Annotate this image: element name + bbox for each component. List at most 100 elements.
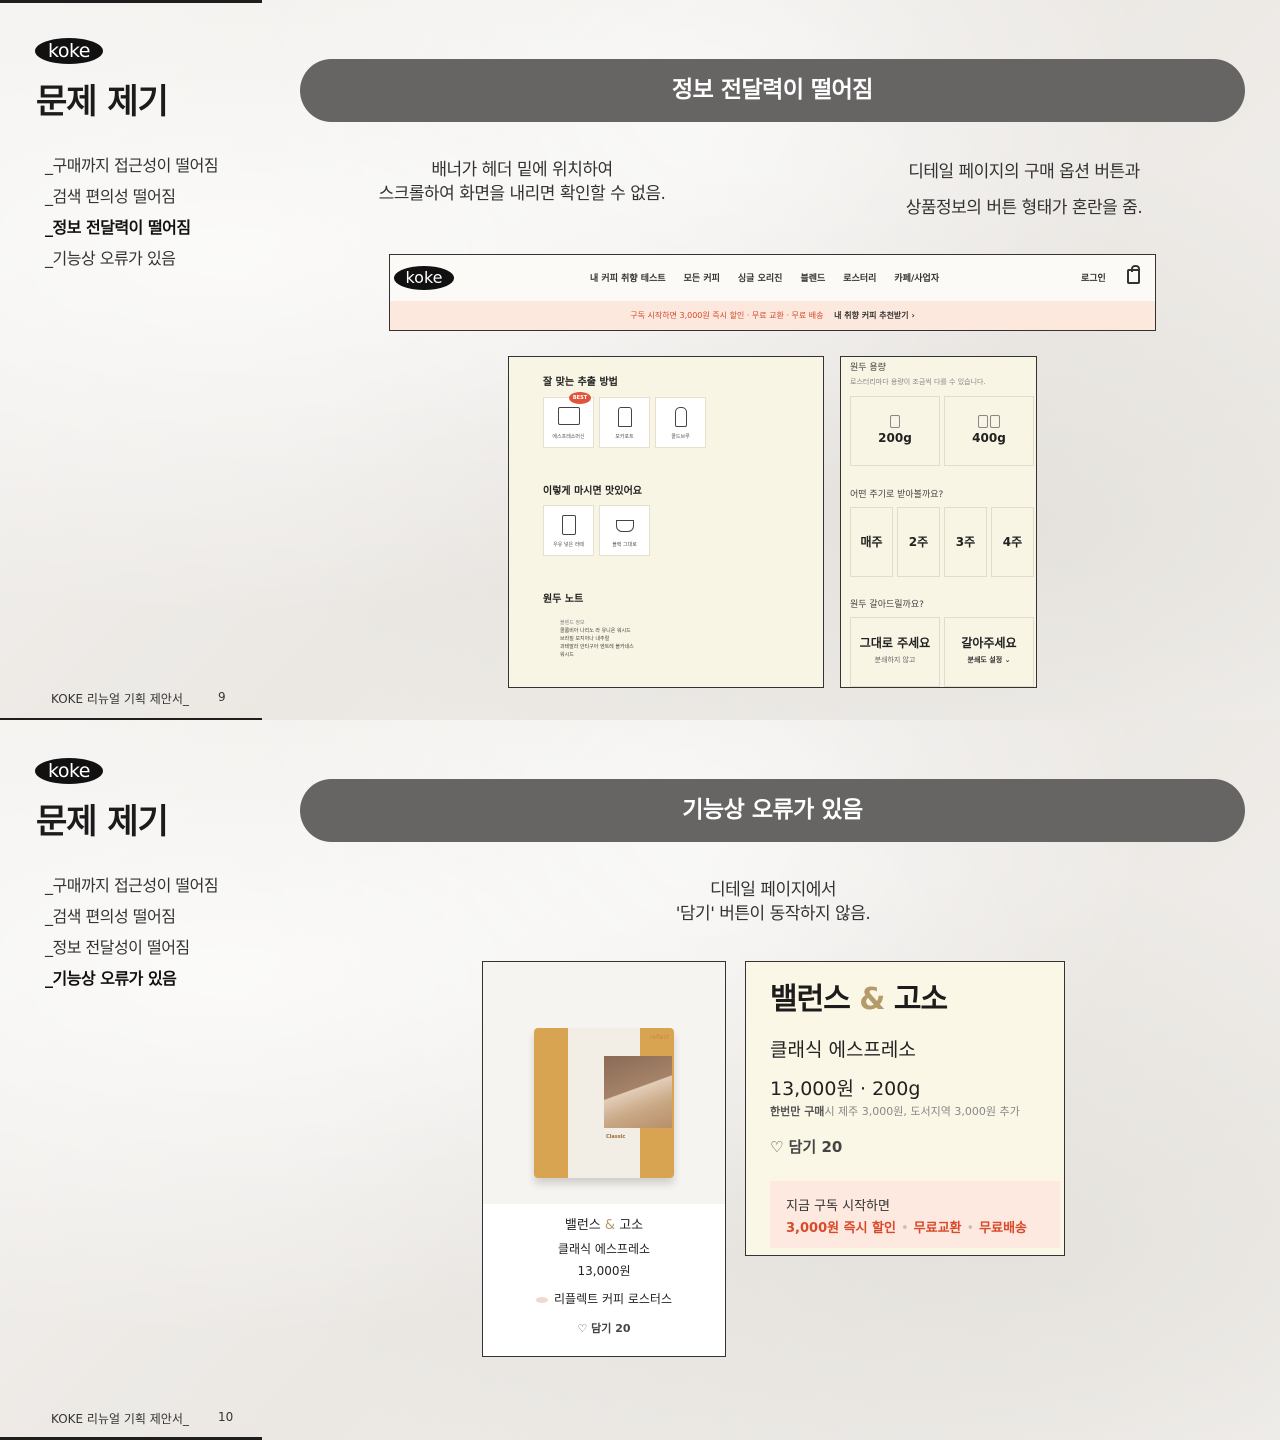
page-title: 문제 제기 — [36, 802, 169, 842]
method-espresso: 에스프레소머신 — [543, 397, 594, 448]
cycle-4week-button[interactable]: 4주 — [991, 507, 1034, 577]
section-heading: 기능상 오류가 있음 — [300, 779, 1245, 842]
drink-label: 우유 넣은 라떼 — [553, 542, 584, 548]
desc-option: 디테일 페이지의 구매 옵션 버튼과 상품정보의 버튼 형태가 혼란을 줌. — [874, 154, 1174, 226]
menu-item-info[interactable]: _정보 전달력이 떨어짐 — [45, 214, 218, 245]
bag-product-name: Classic — [606, 1134, 626, 1140]
detail-name: 밸런스 & 고소 — [770, 974, 948, 1018]
name-part: 고소 — [893, 982, 948, 1017]
note-text: 시 제주 3,000원, 도서지역 3,000원 추가 — [824, 1105, 1020, 1118]
product-name: 밸런스 & 고소 — [483, 1214, 725, 1233]
product-card[interactable]: reflect Classic 밸런스 & 고소 클래식 에스프레소 13,00… — [482, 961, 726, 1357]
size-400g-button[interactable]: 400g — [944, 396, 1034, 466]
nav-single-origin[interactable]: 싱글 오리진 — [738, 271, 783, 284]
product-image: reflect Classic — [483, 962, 725, 1204]
header-mockup: koke 내 커피 취향 테스트 모든 커피 싱글 오리진 블렌드 로스터리 카… — [389, 254, 1156, 331]
note-item: 브라질 모지아나 내추럴 — [560, 636, 610, 642]
menu-item-info[interactable]: _정보 전달성이 떨어짐 — [45, 934, 218, 965]
desc-line: 스크롤하여 화면을 내리면 확인할 수 없음. — [378, 184, 666, 204]
desc-line: 디테일 페이지에서 — [709, 880, 837, 900]
product-roaster: 리플렉트 커피 로스터스 — [483, 1290, 725, 1307]
note-item: 과테말라 안티구아 엔트레 볼카네스 — [560, 644, 634, 650]
benefit-shipping: 무료배송 — [979, 1221, 1028, 1236]
coffee-bag-image: reflect Classic — [534, 1028, 674, 1178]
cycle-weekly-button[interactable]: 매주 — [850, 507, 893, 577]
login-link[interactable]: 로그인 — [1081, 271, 1106, 284]
subscribe-benefits: 3,000원 즉시 할인 • 무료교환 • 무료배송 — [786, 1217, 1027, 1236]
banner-text: 구독 시작하면 3,000원 즉시 할인 · 무료 교환 · 무료 배송 — [630, 311, 824, 320]
bag-artwork — [604, 1056, 672, 1128]
product-sub: 클래식 에스프레소 — [557, 1242, 651, 1256]
detail-price: 13,000원 · 200g — [770, 1078, 921, 1100]
size-label: 400g — [972, 431, 1006, 445]
page-number: 9 — [218, 690, 226, 704]
nav-roastery[interactable]: 로스터리 — [843, 271, 876, 284]
menu-item-access[interactable]: _구매까지 접근성이 떨어짐 — [45, 872, 219, 903]
size-heading: 원두 용량 — [850, 363, 886, 373]
cycle-3week-button[interactable]: 3주 — [944, 507, 987, 577]
best-badge: BEST — [569, 392, 591, 404]
menu-item-search[interactable]: _검색 편의성 떨어짐 — [45, 183, 218, 214]
benefit-exchange: 무료교환 — [913, 1221, 962, 1236]
ampersand: & — [604, 1218, 616, 1233]
menu-item-access[interactable]: _구매까지 접근성이 떨어짐 — [45, 152, 219, 183]
method-label: 모카포트 — [615, 434, 634, 440]
grind-title: 그대로 주세요 — [859, 636, 931, 650]
page-title: 문제 제기 — [36, 82, 169, 122]
side-menu: _구매까지 접근성이 떨어짐 _검색 편의성 떨어짐 _정보 전달력이 떨어짐 … — [45, 152, 219, 276]
subscribe-box[interactable]: 지금 구독 시작하면 3,000원 즉시 할인 • 무료교환 • 무료배송 — [770, 1181, 1060, 1248]
cycle-heading: 어떤 주기로 받아볼까요? — [850, 490, 944, 500]
size-subtext: 로스터리마다 용량이 조금씩 다를 수 있습니다. — [850, 378, 986, 386]
desc-line: 디테일 페이지의 구매 옵션 버튼과 — [908, 162, 1140, 182]
side-menu: _구매까지 접근성이 떨어짐 _검색 편의성 떨어짐 _정보 전달성이 떨어짐 … — [45, 872, 219, 996]
note-item: 워시드 — [560, 652, 574, 658]
mock-logo[interactable]: koke — [394, 266, 454, 290]
grind-setting-link[interactable]: 분쇄도 설정 ⌄ — [945, 655, 1033, 665]
size-200g-button[interactable]: 200g — [850, 396, 940, 466]
grind-ground-button[interactable]: 갈아주세요 분쇄도 설정 ⌄ — [944, 617, 1034, 687]
brew-heading: 잘 맞는 추출 방법 — [543, 377, 618, 388]
notes-heading: 원두 노트 — [543, 594, 584, 605]
desc-line: 배너가 헤더 밑에 위치하여 — [431, 160, 613, 180]
roaster-logo-icon — [535, 1297, 548, 1303]
detail-sub: 클래식 에스프레소 — [770, 1039, 916, 1061]
brew-panel: 잘 맞는 추출 방법 에스프레소머신 모카포트 콜드브루 이렇게 마시면 맛있어… — [508, 356, 824, 688]
cold-brew-icon — [675, 407, 687, 427]
desc-line: 상품정보의 버튼 형태가 혼란을 줌. — [905, 198, 1143, 218]
cycle-2week-button[interactable]: 2주 — [897, 507, 940, 577]
separator-dot: • — [966, 1221, 975, 1236]
roaster-name: 리플렉트 커피 로스터스 — [553, 1292, 673, 1306]
nav-all-coffee[interactable]: 모든 커피 — [684, 271, 720, 284]
mock-nav-bar: koke 내 커피 취향 테스트 모든 커피 싱글 오리진 블렌드 로스터리 카… — [390, 255, 1155, 301]
method-coldbrew: 콜드브루 — [655, 397, 706, 448]
nav-cafe[interactable]: 카페/사업자 — [894, 271, 939, 284]
benefit-discount: 3,000원 즉시 할인 — [786, 1221, 896, 1236]
moka-pot-icon — [618, 407, 632, 427]
menu-item-error[interactable]: _기능상 오류가 있음 — [45, 965, 218, 996]
espresso-machine-icon — [558, 407, 580, 425]
banner-link[interactable]: 내 취향 커피 추천받기 › — [834, 311, 915, 320]
bean-notes: 블렌드 정보 콜롬비아 나리노 라 유니온 워시드 브라질 모지아나 내추럴 과… — [560, 619, 634, 659]
mock-nav: 내 커피 취향 테스트 모든 커피 싱글 오리진 블렌드 로스터리 카페/사업자 — [590, 271, 939, 284]
bag-icon — [990, 415, 1000, 428]
menu-item-error[interactable]: _기능상 오류가 있음 — [45, 245, 218, 276]
detail-like-button[interactable]: ♡ 담기 20 — [770, 1136, 842, 1157]
slide-10: koke 문제 제기 _구매까지 접근성이 떨어짐 _검색 편의성 떨어짐 _정… — [0, 720, 1280, 1440]
grind-whole-button[interactable]: 그대로 주세요 분쇄하지 않고 — [850, 617, 940, 687]
drink-heading: 이렇게 마시면 맛있어요 — [543, 486, 642, 497]
coffee-cup-icon — [616, 520, 634, 532]
name-part: 밸런스 — [564, 1218, 601, 1233]
separator-dot: • — [900, 1221, 909, 1236]
product-like-button[interactable]: ♡ 담기 20 — [483, 1320, 725, 1336]
nav-blend[interactable]: 블렌드 — [800, 271, 825, 284]
koke-logo: koke — [35, 38, 103, 64]
promo-banner[interactable]: 구독 시작하면 3,000원 즉시 할인 · 무료 교환 · 무료 배송 내 취… — [390, 301, 1155, 330]
grind-heading: 원두 갈아드릴까요? — [850, 600, 924, 610]
menu-item-search[interactable]: _검색 편의성 떨어짐 — [45, 903, 218, 934]
desc-banner: 배너가 헤더 밑에 위치하여 스크롤하여 화면을 내리면 확인할 수 없음. — [350, 158, 694, 206]
nav-taste-test[interactable]: 내 커피 취향 테스트 — [590, 271, 666, 284]
grind-sub: 분쇄하지 않고 — [874, 656, 916, 664]
shopping-bag-icon[interactable] — [1127, 265, 1140, 284]
note-item: 콜롬비아 나리노 라 유니온 워시드 — [560, 628, 631, 634]
drink-latte: 우유 넣은 라떼 — [543, 505, 594, 556]
